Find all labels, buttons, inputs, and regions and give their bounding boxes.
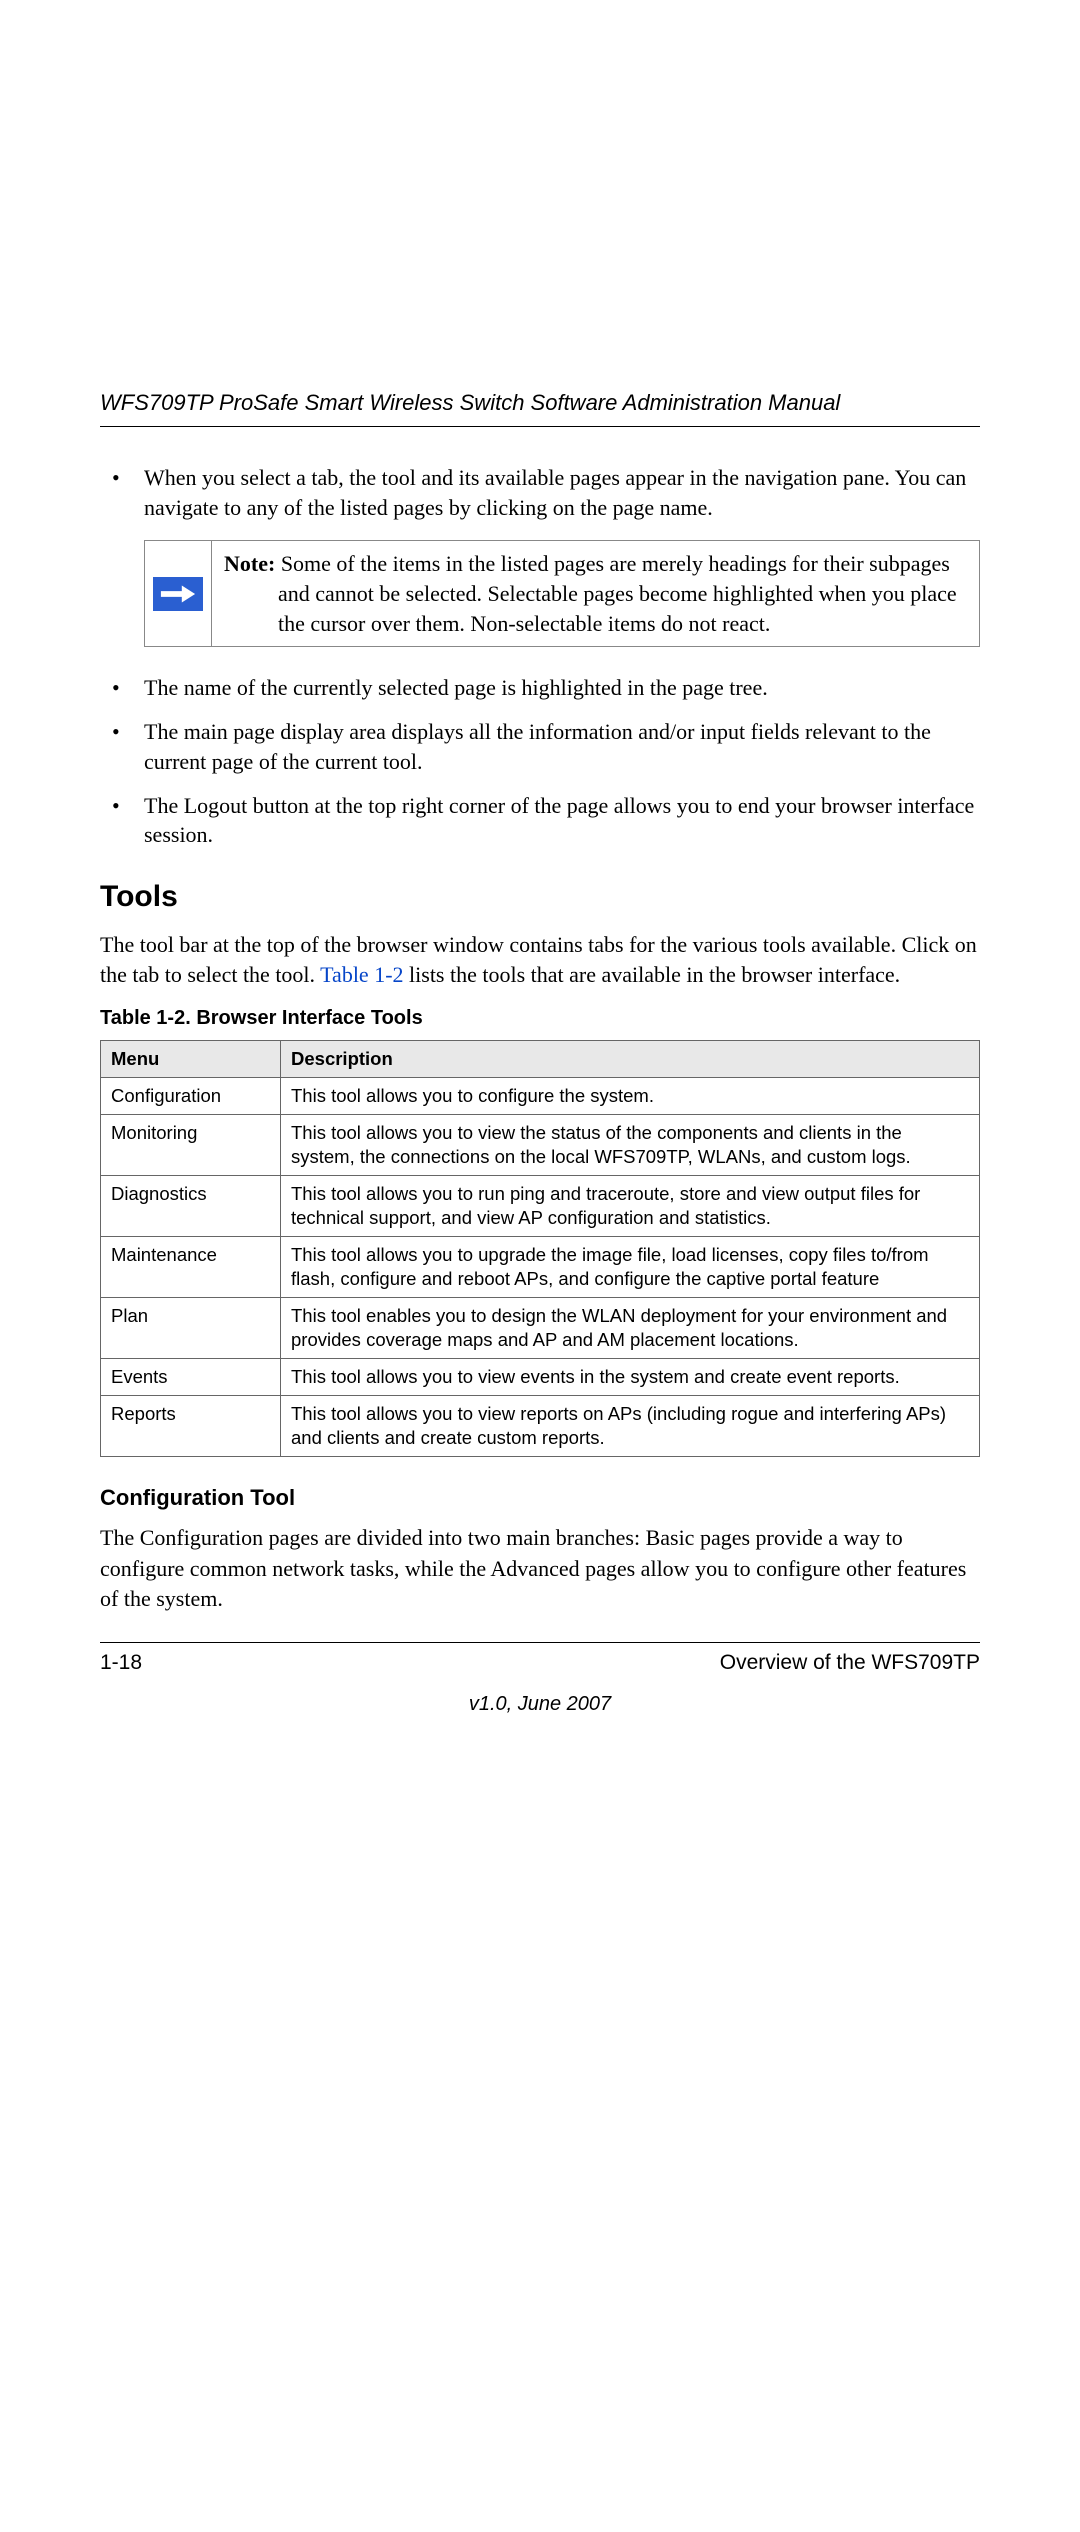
footer-rule bbox=[100, 1642, 980, 1643]
note-label: Note: bbox=[224, 551, 275, 576]
table-cell-menu: Diagnostics bbox=[101, 1175, 281, 1236]
config-tool-heading: Configuration Tool bbox=[100, 1485, 980, 1511]
table-caption: Table 1-2. Browser Interface Tools bbox=[100, 1007, 980, 1030]
table-row: Configuration This tool allows you to co… bbox=[101, 1077, 980, 1114]
table-cell-desc: This tool enables you to design the WLAN… bbox=[281, 1297, 980, 1358]
footer-row: 1-18 Overview of the WFS709TP bbox=[100, 1651, 980, 1675]
note-text: Note: Some of the items in the listed pa… bbox=[212, 541, 979, 646]
bullet-item: The main page display area displays all … bbox=[100, 717, 980, 776]
config-tool-body: The Configuration pages are divided into… bbox=[100, 1523, 980, 1614]
note-line: and cannot be selected. Selectable pages… bbox=[224, 579, 967, 638]
table-row: Reports This tool allows you to view rep… bbox=[101, 1396, 980, 1457]
header-rule bbox=[100, 426, 980, 427]
running-header: WFS709TP ProSafe Smart Wireless Switch S… bbox=[100, 390, 980, 416]
table-cell-desc: This tool allows you to view the status … bbox=[281, 1114, 980, 1175]
table-cell-desc: This tool allows you to configure the sy… bbox=[281, 1077, 980, 1114]
table-cell-menu: Reports bbox=[101, 1396, 281, 1457]
note-callout: Note: Some of the items in the listed pa… bbox=[144, 540, 980, 647]
page-number: 1-18 bbox=[100, 1651, 142, 1675]
footer-version: v1.0, June 2007 bbox=[100, 1693, 980, 1716]
table-cell-menu: Monitoring bbox=[101, 1114, 281, 1175]
table-cell-menu: Events bbox=[101, 1359, 281, 1396]
tools-intro: The tool bar at the top of the browser w… bbox=[100, 930, 980, 991]
table-cell-desc: This tool allows you to upgrade the imag… bbox=[281, 1236, 980, 1297]
bullet-list-top: When you select a tab, the tool and its … bbox=[100, 463, 980, 522]
document-page: WFS709TP ProSafe Smart Wireless Switch S… bbox=[100, 390, 980, 1716]
table-cell-menu: Plan bbox=[101, 1297, 281, 1358]
footer-section: Overview of the WFS709TP bbox=[720, 1651, 980, 1675]
bullet-item: The name of the currently selected page … bbox=[100, 673, 980, 703]
table-cell-desc: This tool allows you to run ping and tra… bbox=[281, 1175, 980, 1236]
intro-text: lists the tools that are available in th… bbox=[404, 962, 901, 987]
table-row: Plan This tool enables you to design the… bbox=[101, 1297, 980, 1358]
tools-heading: Tools bbox=[100, 880, 980, 914]
table-cell-desc: This tool allows you to view reports on … bbox=[281, 1396, 980, 1457]
table-row: Events This tool allows you to view even… bbox=[101, 1359, 980, 1396]
table-cell-desc: This tool allows you to view events in t… bbox=[281, 1359, 980, 1396]
table-cell-menu: Configuration bbox=[101, 1077, 281, 1114]
table-row: Monitoring This tool allows you to view … bbox=[101, 1114, 980, 1175]
note-line: Some of the items in the listed pages ar… bbox=[281, 551, 950, 576]
browser-tools-table: Menu Description Configuration This tool… bbox=[100, 1040, 980, 1458]
bullet-item: The Logout button at the top right corne… bbox=[100, 791, 980, 850]
table-header-row: Menu Description bbox=[101, 1040, 980, 1077]
table-row: Maintenance This tool allows you to upgr… bbox=[101, 1236, 980, 1297]
bullet-list-bottom: The name of the currently selected page … bbox=[100, 673, 980, 849]
table-ref-link[interactable]: Table 1-2 bbox=[320, 962, 403, 987]
bullet-item: When you select a tab, the tool and its … bbox=[100, 463, 980, 522]
table-header-menu: Menu bbox=[101, 1040, 281, 1077]
table-header-desc: Description bbox=[281, 1040, 980, 1077]
note-icon-cell bbox=[145, 541, 212, 646]
arrow-right-icon bbox=[153, 577, 203, 611]
table-cell-menu: Maintenance bbox=[101, 1236, 281, 1297]
table-row: Diagnostics This tool allows you to run … bbox=[101, 1175, 980, 1236]
